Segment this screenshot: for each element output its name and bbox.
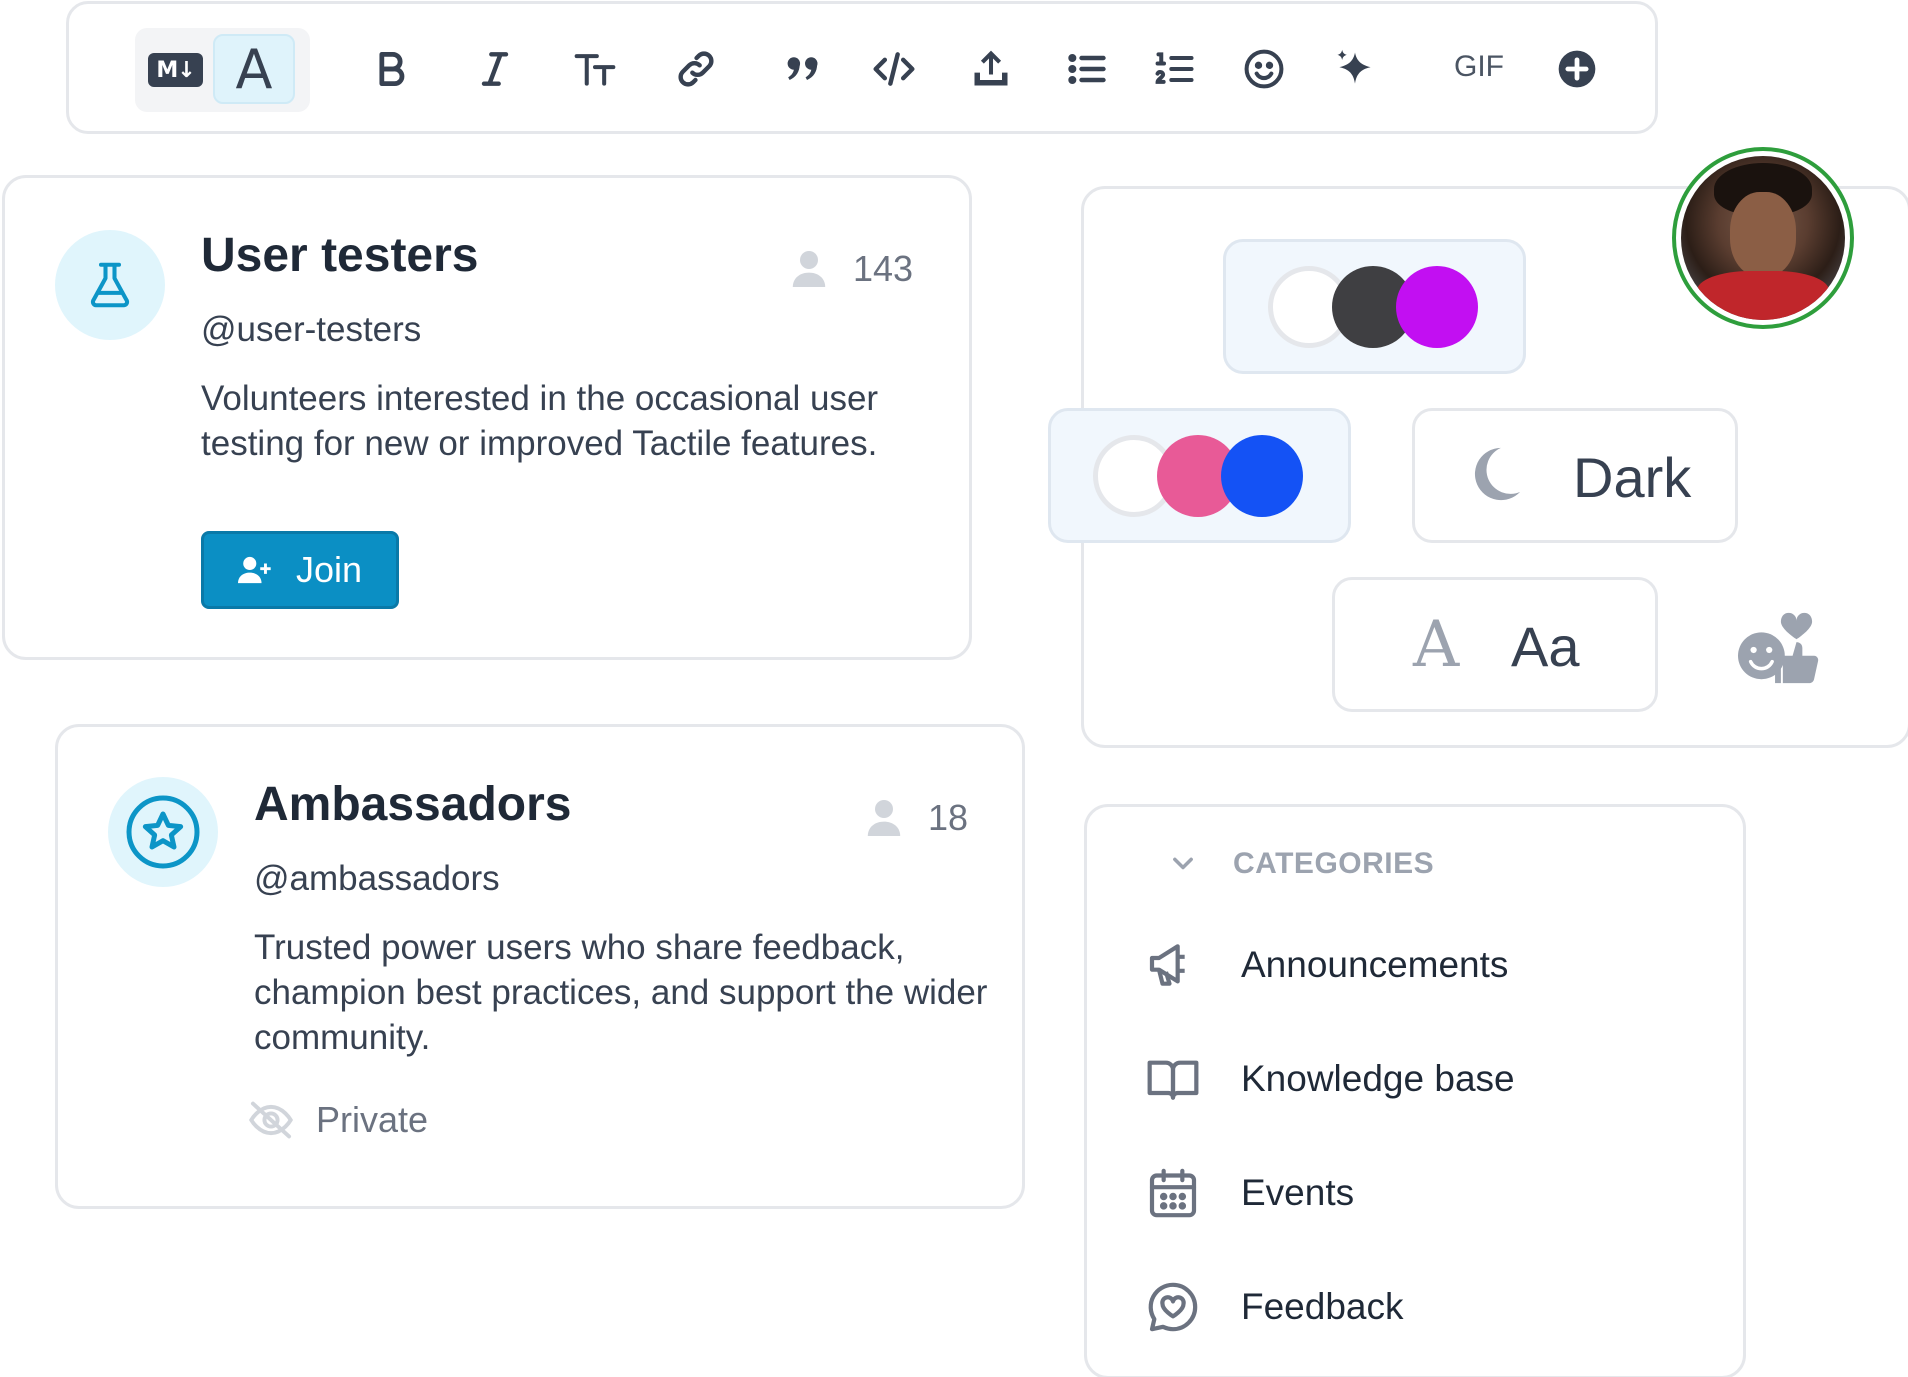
code-icon[interactable] [864, 39, 924, 99]
person-icon [867, 800, 901, 836]
add-user-icon [237, 556, 271, 584]
italic-icon[interactable] [465, 39, 525, 99]
editor-toolbar: M↓ A GIF [66, 1, 1658, 134]
bullet-list-icon[interactable] [1057, 39, 1117, 99]
person-icon [792, 251, 826, 287]
visibility-private: Private [248, 1099, 428, 1141]
visibility-label: Private [316, 1099, 429, 1140]
group-description: Volunteers interested in the occasional … [201, 379, 879, 463]
chat-heart-icon [1148, 1282, 1198, 1332]
font-option[interactable]: A Aa [1332, 577, 1658, 712]
text-size-icon[interactable] [565, 39, 625, 99]
category-label: Announcements [1241, 944, 1509, 985]
member-count-value: 143 [853, 248, 914, 289]
join-button[interactable]: Join [201, 531, 399, 609]
avatar-photo [1681, 156, 1845, 320]
member-count-value: 18 [928, 797, 969, 838]
categories-card: CATEGORIES Announcements Knowledge base … [1084, 804, 1746, 1377]
book-icon [1147, 1060, 1199, 1100]
plus-circle-icon[interactable] [1547, 39, 1607, 99]
group-card-ambassadors[interactable]: Ambassadors 18 @ambassadors Trusted powe… [55, 724, 1025, 1209]
group-handle: @user-testers [201, 310, 422, 349]
star-icon [108, 777, 218, 887]
palette-swatch-purple [1396, 266, 1478, 348]
member-count: 143 [791, 248, 913, 290]
category-item-knowledge-base[interactable]: Knowledge base [1145, 1051, 1515, 1107]
upload-icon[interactable] [961, 39, 1021, 99]
user-avatar[interactable] [1672, 147, 1854, 329]
quote-icon[interactable] [773, 39, 833, 99]
group-title: User testers [201, 229, 479, 282]
calendar-icon [1149, 1168, 1197, 1218]
reactions-icon[interactable] [1730, 609, 1824, 687]
category-item-feedback[interactable]: Feedback [1145, 1279, 1404, 1335]
category-item-events[interactable]: Events [1145, 1165, 1354, 1221]
group-description: Trusted power users who share feedback, … [254, 928, 988, 1057]
chevron-down-icon [1173, 857, 1193, 870]
group-card-user-testers[interactable]: User testers 143 @user-testers Volunteer… [2, 175, 972, 660]
color-palette-option-2[interactable] [1048, 408, 1351, 543]
dark-mode-toggle[interactable]: Dark [1412, 408, 1738, 543]
link-icon[interactable] [666, 39, 726, 99]
palette-swatch-blue [1221, 435, 1303, 517]
emoji-icon[interactable] [1234, 39, 1294, 99]
category-item-announcements[interactable]: Announcements [1145, 937, 1508, 993]
categories-header[interactable]: CATEGORIES [1169, 847, 1434, 881]
eye-off-icon [249, 1101, 293, 1139]
dark-mode-label: Dark [1573, 446, 1692, 509]
sparkle-icon[interactable] [1325, 39, 1385, 99]
flask-icon [55, 230, 165, 340]
rich-text-mode-button[interactable]: A [213, 34, 295, 104]
group-handle: @ambassadors [254, 859, 500, 898]
font-option-label: Aa [1511, 615, 1580, 678]
join-button-label: Join [295, 549, 363, 590]
editor-mode-toggle: M↓ A [135, 28, 310, 112]
categories-title: CATEGORIES [1233, 847, 1435, 880]
font-icon: A [1413, 608, 1460, 682]
markdown-mode-button[interactable]: M↓ [148, 53, 203, 87]
numbered-list-icon[interactable] [1145, 39, 1205, 99]
category-label: Events [1241, 1172, 1355, 1213]
color-palette-option-1[interactable] [1223, 239, 1526, 374]
gif-button[interactable]: GIF [1454, 50, 1504, 84]
bold-icon[interactable] [361, 39, 421, 99]
megaphone-icon [1149, 944, 1185, 986]
group-title: Ambassadors [254, 778, 572, 831]
category-label: Knowledge base [1241, 1058, 1515, 1099]
member-count: 18 [866, 797, 968, 839]
moon-icon [1474, 447, 1521, 501]
category-label: Feedback [1241, 1286, 1404, 1327]
